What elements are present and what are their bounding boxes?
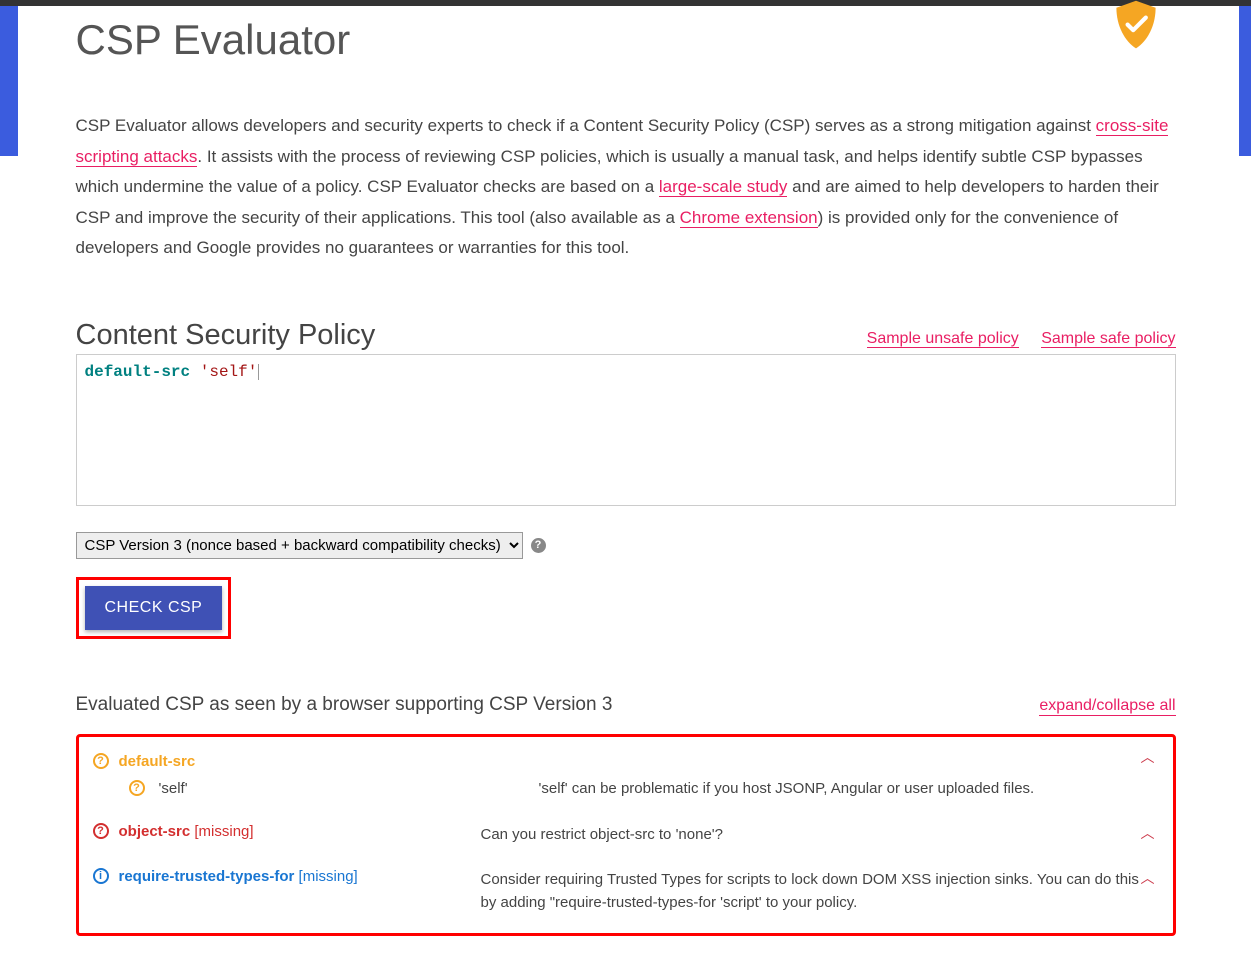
check-csp-button[interactable]: CHECK CSP (85, 586, 223, 630)
warning-icon: ? (93, 753, 109, 769)
blue-accent-right (1239, 6, 1251, 156)
description-paragraph: CSP Evaluator allows developers and secu… (76, 111, 1176, 264)
directive-name: default-src (119, 753, 196, 770)
directive-name: require-trusted-types-for (119, 868, 295, 885)
sub-message: 'self' can be problematic if you host JS… (539, 780, 1159, 797)
result-row-default-src[interactable]: ? default-src ︿ (93, 747, 1159, 770)
results-panel: ? default-src ︿ ? 'self' 'self' can be p… (76, 734, 1176, 936)
chrome-ext-link[interactable]: Chrome extension (680, 208, 818, 228)
info-icon: i (93, 868, 109, 884)
shield-check-icon (1096, 0, 1176, 59)
help-icon[interactable]: ? (531, 538, 546, 553)
directive-name: object-src (119, 823, 191, 840)
csp-code-directive: default-src (85, 363, 191, 381)
expand-collapse-link[interactable]: expand/collapse all (1039, 697, 1175, 716)
sample-safe-link[interactable]: Sample safe policy (1041, 330, 1175, 348)
page-title: CSP Evaluator (76, 16, 351, 64)
chevron-up-icon[interactable]: ︿ (1141, 868, 1159, 915)
study-link[interactable]: large-scale study (659, 177, 788, 197)
chevron-up-icon[interactable]: ︿ (1141, 747, 1159, 767)
result-message: Consider requiring Trusted Types for scr… (481, 868, 1141, 915)
desc-text-1: CSP Evaluator allows developers and secu… (76, 116, 1096, 135)
missing-tag: [missing] (299, 868, 358, 885)
csp-code-value: 'self' (200, 363, 258, 381)
missing-tag: [missing] (194, 823, 253, 840)
csp-input[interactable]: default-src 'self' (76, 354, 1176, 506)
blue-accent-left (0, 6, 18, 156)
error-icon: ? (93, 823, 109, 839)
sub-value: 'self' (159, 780, 539, 797)
result-row-object-src[interactable]: ? object-src [missing] Can you restrict … (93, 823, 1159, 846)
sample-unsafe-link[interactable]: Sample unsafe policy (867, 330, 1019, 348)
chevron-up-icon[interactable]: ︿ (1141, 823, 1159, 846)
text-cursor (258, 364, 259, 380)
check-highlight-box: CHECK CSP (76, 577, 232, 639)
csp-version-select[interactable]: CSP Version 3 (nonce based + backward co… (76, 532, 523, 559)
result-row-trusted-types[interactable]: i require-trusted-types-for [missing] Co… (93, 868, 1159, 915)
result-message: Can you restrict object-src to 'none'? (481, 823, 1141, 846)
evaluation-heading: Evaluated CSP as seen by a browser suppo… (76, 694, 613, 716)
warning-icon: ? (129, 780, 145, 796)
